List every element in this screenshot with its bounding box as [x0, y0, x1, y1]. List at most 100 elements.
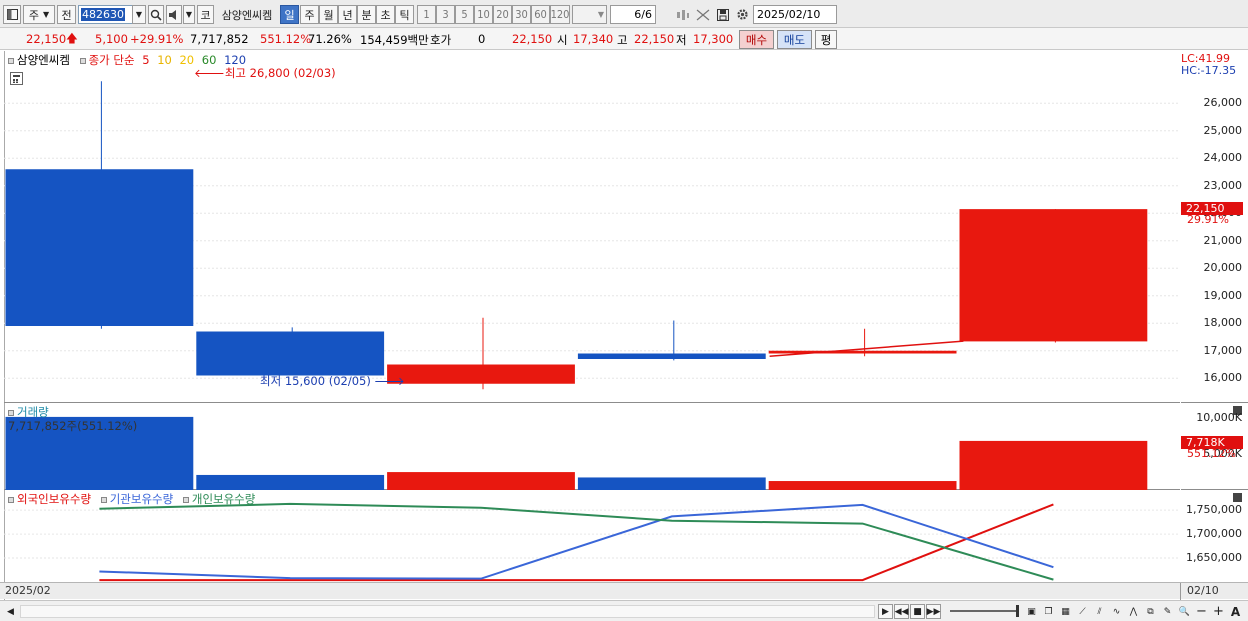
- y-tick-label: 16,000: [1203, 371, 1243, 385]
- date-value: 2025/02/10: [757, 8, 821, 21]
- candle-body: [959, 209, 1148, 342]
- volume-chart-svg: [5, 416, 1148, 490]
- stock-name: 삼양엔씨켐: [221, 8, 273, 22]
- volume-info: 7,717,852주(551.12%): [8, 419, 138, 433]
- market-type-select[interactable]: 주 ▼: [23, 5, 55, 24]
- price-chart-svg: [4, 81, 1180, 390]
- holdings-axis: 1,650,000 1,700,000 1,750,000: [1181, 491, 1248, 582]
- chevron-down-icon: ▼: [42, 10, 50, 19]
- interval-120-button[interactable]: 120: [550, 5, 570, 24]
- calculator-icon[interactable]: [10, 72, 23, 85]
- y-tick-label: 21,000: [1203, 233, 1243, 247]
- chevron-down-icon: ▼: [597, 10, 604, 19]
- save-icon[interactable]: [714, 5, 732, 24]
- draw-tool-icon[interactable]: [694, 5, 712, 24]
- speaker-icon[interactable]: [166, 5, 182, 24]
- y-tick-label: 25,000: [1203, 123, 1243, 137]
- code-dropdown-button[interactable]: ▼: [132, 5, 146, 24]
- speaker-dropdown-button[interactable]: ▼: [183, 5, 195, 24]
- volume-title: 거래량: [17, 405, 49, 419]
- play-icon[interactable]: ▶: [878, 604, 893, 619]
- candle-body: [577, 353, 766, 359]
- interval-5-button[interactable]: 5: [455, 5, 474, 24]
- pane-close-icon[interactable]: [1233, 493, 1242, 502]
- period-tick-button[interactable]: 틱: [395, 5, 414, 24]
- avg-button[interactable]: 평: [815, 30, 837, 49]
- interval-20-button[interactable]: 20: [493, 5, 512, 24]
- y-tick-label: 17,000: [1203, 343, 1243, 357]
- interval-custom-select[interactable]: ▼: [572, 5, 607, 24]
- scroll-left-icon[interactable]: ◀: [3, 604, 18, 619]
- price-pane[interactable]: 삼양엔씨켐 종가 단순 5 10 20 60 120 🡐최고 26,800 (0…: [4, 51, 1180, 403]
- code-prefix-label[interactable]: 코: [197, 5, 214, 24]
- volume-bar: [387, 472, 575, 490]
- stop-icon[interactable]: ■: [910, 604, 925, 619]
- legend-box-icon: [8, 57, 14, 64]
- auto-scale-icon[interactable]: A: [1228, 604, 1243, 619]
- date-axis-bar: 2025/02 02/10: [0, 582, 1248, 600]
- volume-bar: [577, 477, 766, 490]
- zoom-out-icon[interactable]: −: [1194, 604, 1209, 619]
- y-tick-label: 23,000: [1203, 178, 1243, 192]
- period-month-button[interactable]: 월: [319, 5, 338, 24]
- holdings-pane[interactable]: 외국인보유수량 기관보유수량 개인보유수량: [4, 491, 1180, 582]
- volume-axis: 5,000K 10,000K 7,718K 551.12%: [1181, 404, 1248, 490]
- zigzag-icon[interactable]: ⋀: [1126, 604, 1141, 619]
- y-tick-label: 1,750,000: [1186, 503, 1242, 517]
- arrow-right-icon: 🡒: [373, 374, 405, 388]
- y-tick-label: 1,700,000: [1186, 527, 1242, 541]
- low-annotation: 최저 15,600 (02/05) 🡒: [260, 373, 405, 389]
- copy-icon[interactable]: ⧉: [1143, 604, 1158, 619]
- period-week-button[interactable]: 주: [300, 5, 319, 24]
- parallel-line-icon[interactable]: ⫽: [1092, 604, 1107, 619]
- chevron-down-icon: ▼: [185, 10, 193, 19]
- candle-body: [196, 331, 385, 376]
- split-view-icon[interactable]: ▣: [1024, 604, 1039, 619]
- interval-30-button[interactable]: 30: [512, 5, 531, 24]
- gear-icon[interactable]: [734, 5, 750, 24]
- wave-line-icon[interactable]: ∿: [1109, 604, 1124, 619]
- y-tick-label: 19,000: [1203, 288, 1243, 302]
- rewind-icon[interactable]: ◀◀: [894, 604, 909, 619]
- period-day-button[interactable]: 일: [280, 5, 299, 24]
- pencil-icon[interactable]: ✎: [1160, 604, 1175, 619]
- scroll-track[interactable]: [20, 605, 875, 618]
- zoom-slider-handle[interactable]: [1016, 605, 1019, 617]
- zoom-slider[interactable]: [950, 610, 1016, 612]
- date-end-label: 02/10: [1187, 584, 1219, 597]
- current-pct-tag: 29.91%: [1187, 213, 1229, 227]
- trade-amount: 154,459백만: [360, 33, 429, 47]
- zoom-in-icon[interactable]: +: [1211, 604, 1226, 619]
- fast-forward-icon[interactable]: ▶▶: [926, 604, 941, 619]
- candle-body: [387, 364, 575, 384]
- trend-line-icon[interactable]: ⟋: [1075, 604, 1090, 619]
- compare-icon[interactable]: [674, 5, 692, 24]
- grid-icon[interactable]: ▦: [1058, 604, 1073, 619]
- buy-button[interactable]: 매수: [739, 30, 774, 49]
- legend-individual: 개인보유수량: [191, 492, 256, 506]
- sell-button[interactable]: 매도: [777, 30, 812, 49]
- y-tick-label: 10,000K: [1196, 411, 1242, 425]
- volume-bar: [959, 440, 1148, 490]
- date-input[interactable]: 2025/02/10: [753, 5, 837, 24]
- layout-icon[interactable]: [3, 5, 21, 24]
- legend-box-icon: [100, 496, 107, 503]
- window-icon[interactable]: ❐: [1041, 604, 1056, 619]
- interval-10-button[interactable]: 10: [474, 5, 493, 24]
- interval-60-button[interactable]: 60: [531, 5, 550, 24]
- interval-1-button[interactable]: 1: [417, 5, 436, 24]
- period-year-button[interactable]: 년: [338, 5, 357, 24]
- holdings-legend: 외국인보유수량 기관보유수량 개인보유수량: [8, 491, 255, 507]
- legend-institution: 기관보유수량: [109, 492, 174, 506]
- volume-pane[interactable]: 거래량 7,717,852주(551.12%): [4, 404, 1180, 490]
- period-minute-button[interactable]: 분: [357, 5, 376, 24]
- interval-3-button[interactable]: 3: [436, 5, 455, 24]
- magnifier-icon[interactable]: 🔍: [1177, 604, 1192, 619]
- search-icon[interactable]: [148, 5, 164, 24]
- price-axis: LC:41.99 HC:-17.35 16,000 17,000 18,000 19,…: [1181, 51, 1248, 403]
- ma-legend-20: 20: [179, 53, 195, 67]
- period-second-button[interactable]: 초: [376, 5, 395, 24]
- chart-scrollbar[interactable]: ◀ ▶ ◀◀ ■ ▶▶ ▣ ❐ ▦ ⟋ ⫽ ∿ ⋀ ⧉ ✎ 🔍 − + A: [0, 600, 1248, 621]
- hoga-value: 0: [478, 32, 486, 46]
- prev-button[interactable]: 전: [57, 5, 76, 24]
